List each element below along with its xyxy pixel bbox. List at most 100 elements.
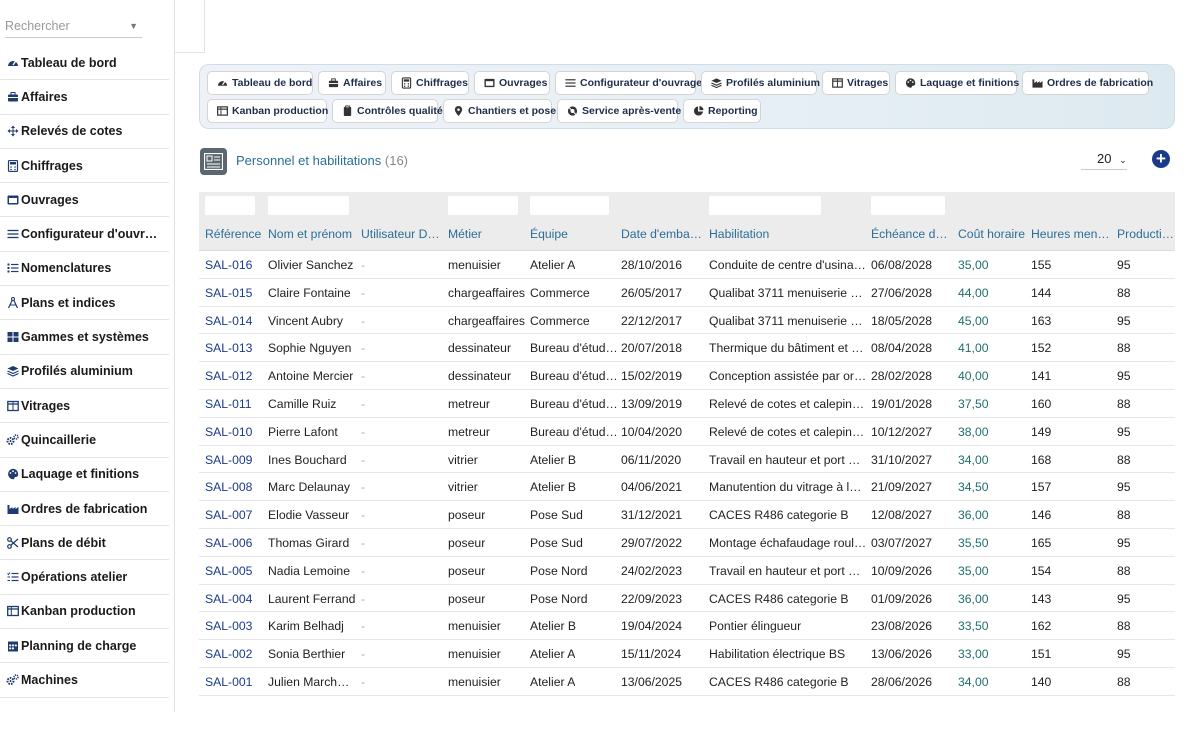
table-row[interactable]: SAL-005 Nadia Lemoine - poseur Pose Nord 24/0… (199, 557, 1175, 585)
cell-hours: 149 (1031, 424, 1052, 439)
tab-service-apres-vente[interactable]: Service après-vente (557, 99, 681, 123)
table-row[interactable]: SAL-002 Sonia Berthier - menuisier Atelier A… (199, 640, 1175, 668)
tab-label: Contrôles qualité (357, 105, 443, 117)
cell-ref[interactable]: SAL-014 (205, 314, 252, 328)
column-filter-input[interactable] (871, 196, 945, 215)
cell-ref[interactable]: SAL-008 (205, 480, 252, 494)
column-header-team[interactable]: Équipe (530, 227, 568, 241)
sidebar-item-gammes-et-systemes[interactable]: Gammes et systèmes (0, 320, 169, 355)
cell-user: - (361, 536, 366, 550)
cell-user: - (361, 563, 366, 578)
table-row[interactable]: SAL-013 Sophie Nguyen - dessinateur Bureau d… (199, 334, 1175, 363)
tab-affaires[interactable]: Affaires (318, 71, 386, 95)
table-row[interactable]: SAL-006 Thomas Girard - poseur Pose Sud 29/07… (199, 529, 1175, 557)
column-filter-input[interactable] (205, 196, 255, 215)
cell-ref[interactable]: SAL-012 (205, 369, 252, 383)
table-row[interactable]: SAL-007 Elodie Vasseur - poseur Pose Sud 31/1… (199, 501, 1175, 529)
sidebar-item-machines[interactable]: Machines (0, 663, 169, 698)
sidebar-item-label: Plans et indices (21, 295, 116, 310)
sidebar-item-releves-de-cotes[interactable]: Relevés de cotes (0, 115, 169, 149)
sidebar-item-profiles-aluminium[interactable]: Profilés aluminium (0, 355, 169, 389)
tab-chantiers-et-pose[interactable]: Chantiers et pose (443, 99, 556, 123)
search-select[interactable]: Rechercher ▼ (5, 14, 142, 38)
sidebar-item-configurateur-d-ouvr[interactable]: Configurateur d'ouvr… (0, 217, 169, 252)
cell-ref[interactable]: SAL-016 (205, 258, 252, 272)
tab-profiles-aluminium[interactable]: Profilés aluminium (701, 71, 820, 95)
chevron-down-icon[interactable]: ▼ (129, 21, 138, 31)
cell-hab: Conception assistée par ord… (709, 369, 867, 384)
cell-hab: Travail en hauteur et port du… (709, 563, 867, 578)
table-row[interactable]: SAL-004 Laurent Ferrand - poseur Pose Nord 22… (199, 585, 1175, 613)
column-filter-input[interactable] (530, 196, 609, 215)
column-header-user[interactable]: Utilisateur D… (361, 227, 440, 241)
sidebar-item-plans-et-indices[interactable]: Plans et indices (0, 286, 169, 321)
table-row[interactable]: SAL-001 Julien Marchand - menuisier Atelier … (199, 668, 1175, 696)
tab-label: Configurateur d'ouvrage (580, 77, 703, 89)
tab-reporting[interactable]: Reporting (683, 99, 761, 123)
sidebar-item-ordres-de-fabrication[interactable]: Ordres de fabrication (0, 492, 169, 527)
sidebar-item-laquage-et-finitions[interactable]: Laquage et finitions (0, 458, 169, 492)
table-row[interactable]: SAL-014 Vincent Aubry - chargeaffaires Comme… (199, 307, 1175, 335)
column-filter-input[interactable] (268, 196, 349, 215)
cell-ref[interactable]: SAL-001 (205, 675, 252, 689)
glazing-icon (5, 399, 20, 413)
cell-ref[interactable]: SAL-006 (205, 536, 252, 550)
column-header-hours[interactable]: Heures men… (1031, 227, 1110, 241)
cell-ref[interactable]: SAL-007 (205, 508, 252, 522)
cell-job: dessinateur (448, 369, 512, 384)
sidebar-item-kanban-production[interactable]: Kanban production (0, 595, 169, 630)
column-filter-input[interactable] (709, 196, 821, 215)
tab-ordres-de-fabrication[interactable]: Ordres de fabrication (1022, 71, 1153, 95)
table-row[interactable]: SAL-008 Marc Delaunay - vitrier Atelier B 04/… (199, 473, 1175, 502)
tab-laquage-et-finitions[interactable]: Laquage et finitions (895, 71, 1019, 95)
cell-ref[interactable]: SAL-010 (205, 425, 252, 439)
column-header-hab[interactable]: Habilitation (709, 227, 769, 241)
table-row[interactable]: SAL-016 Olivier Sanchez - menuisier Atelier … (199, 251, 1175, 279)
tab-tableau-de-bord[interactable]: Tableau de bord (207, 71, 313, 95)
cell-ref[interactable]: SAL-002 (205, 647, 252, 661)
table-row[interactable]: SAL-010 Pierre Lafont - metreur Bureau d'étu… (199, 418, 1175, 446)
sidebar-item-nomenclatures[interactable]: Nomenclatures (0, 252, 169, 287)
sidebar-item-tableau-de-bord[interactable]: Tableau de bord (0, 46, 169, 81)
sidebar-item-quincaillerie[interactable]: Quincaillerie (0, 423, 169, 458)
column-header-name[interactable]: Nom et prénom (268, 227, 352, 241)
sidebar-item-affaires[interactable]: Affaires (0, 80, 169, 115)
column-header-prod[interactable]: Productivité (1117, 227, 1175, 241)
cell-ref[interactable]: SAL-005 (205, 564, 252, 578)
tab-controles-qualite[interactable]: Contrôles qualité (332, 99, 443, 123)
sidebar-item-plans-de-debit[interactable]: Plans de débit (0, 526, 169, 561)
cell-ref[interactable]: SAL-009 (205, 453, 252, 467)
sidebar-item-planning-de-charge[interactable]: Planning de charge (0, 629, 169, 664)
table-row[interactable]: SAL-012 Antoine Mercier - dessinateur Bureau… (199, 362, 1175, 390)
cell-ref[interactable]: SAL-003 (205, 619, 252, 633)
table-row[interactable]: SAL-011 Camille Ruiz - metreur Bureau d'étud… (199, 390, 1175, 418)
tab-chiffrages[interactable]: Chiffrages (391, 71, 469, 95)
cell-ref[interactable]: SAL-011 (205, 397, 252, 411)
cell-cost: 33,50 (958, 619, 989, 634)
sidebar-item-chiffrages[interactable]: Chiffrages (0, 149, 169, 184)
sidebar-item-operations-atelier[interactable]: Opérations atelier (0, 560, 169, 595)
table-row[interactable]: SAL-009 Ines Bouchard - vitrier Atelier B 06/… (199, 446, 1175, 474)
tab-kanban-production[interactable]: Kanban production (207, 99, 328, 123)
cell-hab: CACES R486 categorie B (709, 675, 849, 689)
page-size-select[interactable]: 20 ⌄ (1081, 148, 1127, 170)
column-header-ref[interactable]: Référence (205, 227, 261, 241)
tab-configurateur-d-ouvrage[interactable]: Configurateur d'ouvrage (555, 71, 702, 95)
table-row[interactable]: SAL-003 Karim Belhadj - menuisier Atelier B 1… (199, 612, 1175, 641)
cell-ref[interactable]: SAL-015 (205, 286, 252, 300)
column-filter-input[interactable] (448, 196, 518, 215)
cell-ref[interactable]: SAL-013 (205, 341, 252, 355)
window-icon (484, 78, 495, 89)
column-header-hire[interactable]: Date d'emba… (621, 227, 702, 241)
column-header-cost[interactable]: Coût horaire (958, 227, 1025, 241)
table-row[interactable]: SAL-015 Claire Fontaine - chargeaffaires Com… (199, 279, 1175, 307)
column-header-job[interactable]: Métier (448, 227, 482, 241)
cell-ref[interactable]: SAL-004 (205, 592, 252, 606)
column-header-due[interactable]: Échéance d… (871, 227, 948, 241)
tab-ouvrages[interactable]: Ouvrages (474, 71, 550, 95)
cell-hire: 28/10/2016 (621, 258, 682, 272)
tab-vitrages[interactable]: Vitrages (822, 71, 890, 95)
sidebar-item-vitrages[interactable]: Vitrages (0, 389, 169, 424)
add-record-button[interactable]: + (1152, 150, 1170, 168)
sidebar-item-ouvrages[interactable]: Ouvrages (0, 183, 169, 218)
